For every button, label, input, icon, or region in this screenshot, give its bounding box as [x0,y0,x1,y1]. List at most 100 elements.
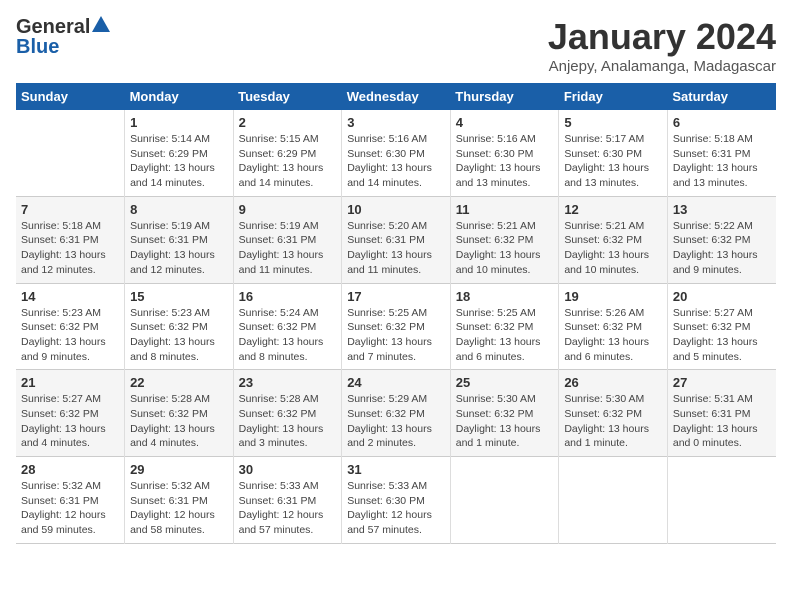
day-detail: Sunrise: 5:32 AM Sunset: 6:31 PM Dayligh… [21,479,119,538]
day-detail: Sunrise: 5:14 AM Sunset: 6:29 PM Dayligh… [130,132,228,191]
day-detail: Sunrise: 5:17 AM Sunset: 6:30 PM Dayligh… [564,132,662,191]
calendar-cell: 18Sunrise: 5:25 AM Sunset: 6:32 PM Dayli… [450,283,559,370]
calendar-body: 1Sunrise: 5:14 AM Sunset: 6:29 PM Daylig… [16,110,776,543]
day-detail: Sunrise: 5:26 AM Sunset: 6:32 PM Dayligh… [564,306,662,365]
day-number: 13 [673,202,771,217]
col-wednesday: Wednesday [342,83,451,110]
day-number: 25 [456,375,554,390]
calendar-cell: 31Sunrise: 5:33 AM Sunset: 6:30 PM Dayli… [342,457,451,544]
calendar-cell: 3 Sunrise: 5:16 AM Sunset: 6:30 PM Daylig… [342,110,451,196]
day-number: 18 [456,289,554,304]
day-number: 20 [673,289,771,304]
day-number: 15 [130,289,228,304]
title-section: January 2024 Anjepy, Analamanga, Madagas… [548,16,776,75]
calendar-cell: 23 Sunrise: 5:28 AM Sunset: 6:32 PM Dayli… [233,370,342,457]
day-number: 5 [564,115,662,130]
day-detail: Sunrise: 5:19 AM Sunset: 6:31 PM Dayligh… [130,219,228,278]
calendar-cell [16,110,125,196]
day-detail: Sunrise: 5:18 AM Sunset: 6:31 PM Dayligh… [21,219,119,278]
day-number: 28 [21,462,119,477]
day-detail: Sunrise: 5:32 AM Sunset: 6:31 PM Dayligh… [130,479,228,538]
day-detail: Sunrise: 5:30 AM Sunset: 6:32 PM Dayligh… [564,392,662,451]
calendar-cell: 17 Sunrise: 5:25 AM Sunset: 6:32 PM Dayli… [342,283,451,370]
day-detail: Sunrise: 5:33 AM Sunset: 6:30 PM Dayligh… [347,479,445,538]
day-number: 17 [347,289,445,304]
day-detail: Sunrise: 5:20 AM Sunset: 6:31 PM Dayligh… [347,219,445,278]
day-number: 23 [239,375,337,390]
calendar-week-row: 7 Sunrise: 5:18 AM Sunset: 6:31 PM Daylig… [16,196,776,283]
day-detail: Sunrise: 5:23 AM Sunset: 6:32 PM Dayligh… [130,306,228,365]
day-detail: Sunrise: 5:18 AM Sunset: 6:31 PM Dayligh… [673,132,771,191]
day-detail: Sunrise: 5:16 AM Sunset: 6:30 PM Dayligh… [347,132,445,191]
day-number: 6 [673,115,771,130]
header-row: Sunday Monday Tuesday Wednesday Thursday… [16,83,776,110]
day-detail: Sunrise: 5:25 AM Sunset: 6:32 PM Dayligh… [347,306,445,365]
calendar-cell: 12 Sunrise: 5:21 AM Sunset: 6:32 PM Dayli… [559,196,668,283]
calendar-cell: 25 Sunrise: 5:30 AM Sunset: 6:32 PM Dayli… [450,370,559,457]
calendar-cell: 15 Sunrise: 5:23 AM Sunset: 6:32 PM Dayli… [125,283,234,370]
calendar-cell [450,457,559,544]
day-number: 21 [21,375,119,390]
calendar-cell: 7 Sunrise: 5:18 AM Sunset: 6:31 PM Daylig… [16,196,125,283]
logo-bird-icon [92,16,110,32]
calendar-cell: 10 Sunrise: 5:20 AM Sunset: 6:31 PM Dayli… [342,196,451,283]
day-number: 3 [347,115,445,130]
day-number: 22 [130,375,228,390]
calendar-cell: 28 Sunrise: 5:32 AM Sunset: 6:31 PM Dayli… [16,457,125,544]
calendar-cell: 30 Sunrise: 5:33 AM Sunset: 6:31 PM Dayli… [233,457,342,544]
day-number: 24 [347,375,445,390]
col-tuesday: Tuesday [233,83,342,110]
calendar-header: Sunday Monday Tuesday Wednesday Thursday… [16,83,776,110]
day-number: 10 [347,202,445,217]
day-detail: Sunrise: 5:21 AM Sunset: 6:32 PM Dayligh… [456,219,554,278]
day-number: 16 [239,289,337,304]
col-thursday: Thursday [450,83,559,110]
logo-general-text: General [16,17,90,37]
calendar-cell: 19Sunrise: 5:26 AM Sunset: 6:32 PM Dayli… [559,283,668,370]
calendar-cell: 22Sunrise: 5:28 AM Sunset: 6:32 PM Dayli… [125,370,234,457]
day-detail: Sunrise: 5:28 AM Sunset: 6:32 PM Dayligh… [239,392,337,451]
calendar-subtitle: Anjepy, Analamanga, Madagascar [548,58,776,75]
page-header: General Blue January 2024 Anjepy, Analam… [16,16,776,75]
day-detail: Sunrise: 5:27 AM Sunset: 6:32 PM Dayligh… [21,392,119,451]
day-number: 30 [239,462,337,477]
day-number: 7 [21,202,119,217]
calendar-cell: 11 Sunrise: 5:21 AM Sunset: 6:32 PM Dayli… [450,196,559,283]
calendar-cell: 24 Sunrise: 5:29 AM Sunset: 6:32 PM Dayli… [342,370,451,457]
day-number: 26 [564,375,662,390]
calendar-cell: 16 Sunrise: 5:24 AM Sunset: 6:32 PM Dayli… [233,283,342,370]
day-detail: Sunrise: 5:15 AM Sunset: 6:29 PM Dayligh… [239,132,337,191]
calendar-cell: 6 Sunrise: 5:18 AM Sunset: 6:31 PM Daylig… [667,110,776,196]
day-detail: Sunrise: 5:33 AM Sunset: 6:31 PM Dayligh… [239,479,337,538]
calendar-cell: 4 Sunrise: 5:16 AM Sunset: 6:30 PM Daylig… [450,110,559,196]
day-detail: Sunrise: 5:24 AM Sunset: 6:32 PM Dayligh… [239,306,337,365]
calendar-week-row: 1Sunrise: 5:14 AM Sunset: 6:29 PM Daylig… [16,110,776,196]
calendar-cell: 8 Sunrise: 5:19 AM Sunset: 6:31 PM Daylig… [125,196,234,283]
day-number: 8 [130,202,228,217]
day-number: 4 [456,115,554,130]
calendar-week-row: 21 Sunrise: 5:27 AM Sunset: 6:32 PM Dayli… [16,370,776,457]
calendar-cell [559,457,668,544]
day-detail: Sunrise: 5:30 AM Sunset: 6:32 PM Dayligh… [456,392,554,451]
calendar-cell: 1Sunrise: 5:14 AM Sunset: 6:29 PM Daylig… [125,110,234,196]
day-number: 2 [239,115,337,130]
day-detail: Sunrise: 5:16 AM Sunset: 6:30 PM Dayligh… [456,132,554,191]
calendar-cell: 13Sunrise: 5:22 AM Sunset: 6:32 PM Dayli… [667,196,776,283]
calendar-cell [667,457,776,544]
col-monday: Monday [125,83,234,110]
day-number: 11 [456,202,554,217]
calendar-title: January 2024 [548,16,776,58]
day-number: 12 [564,202,662,217]
col-friday: Friday [559,83,668,110]
calendar-cell: 14Sunrise: 5:23 AM Sunset: 6:32 PM Dayli… [16,283,125,370]
calendar-cell: 2 Sunrise: 5:15 AM Sunset: 6:29 PM Daylig… [233,110,342,196]
col-sunday: Sunday [16,83,125,110]
logo: General Blue [16,16,110,57]
day-detail: Sunrise: 5:21 AM Sunset: 6:32 PM Dayligh… [564,219,662,278]
day-number: 9 [239,202,337,217]
calendar-cell: 9Sunrise: 5:19 AM Sunset: 6:31 PM Daylig… [233,196,342,283]
calendar-week-row: 14Sunrise: 5:23 AM Sunset: 6:32 PM Dayli… [16,283,776,370]
calendar-cell: 26 Sunrise: 5:30 AM Sunset: 6:32 PM Dayli… [559,370,668,457]
day-detail: Sunrise: 5:29 AM Sunset: 6:32 PM Dayligh… [347,392,445,451]
calendar-week-row: 28 Sunrise: 5:32 AM Sunset: 6:31 PM Dayli… [16,457,776,544]
